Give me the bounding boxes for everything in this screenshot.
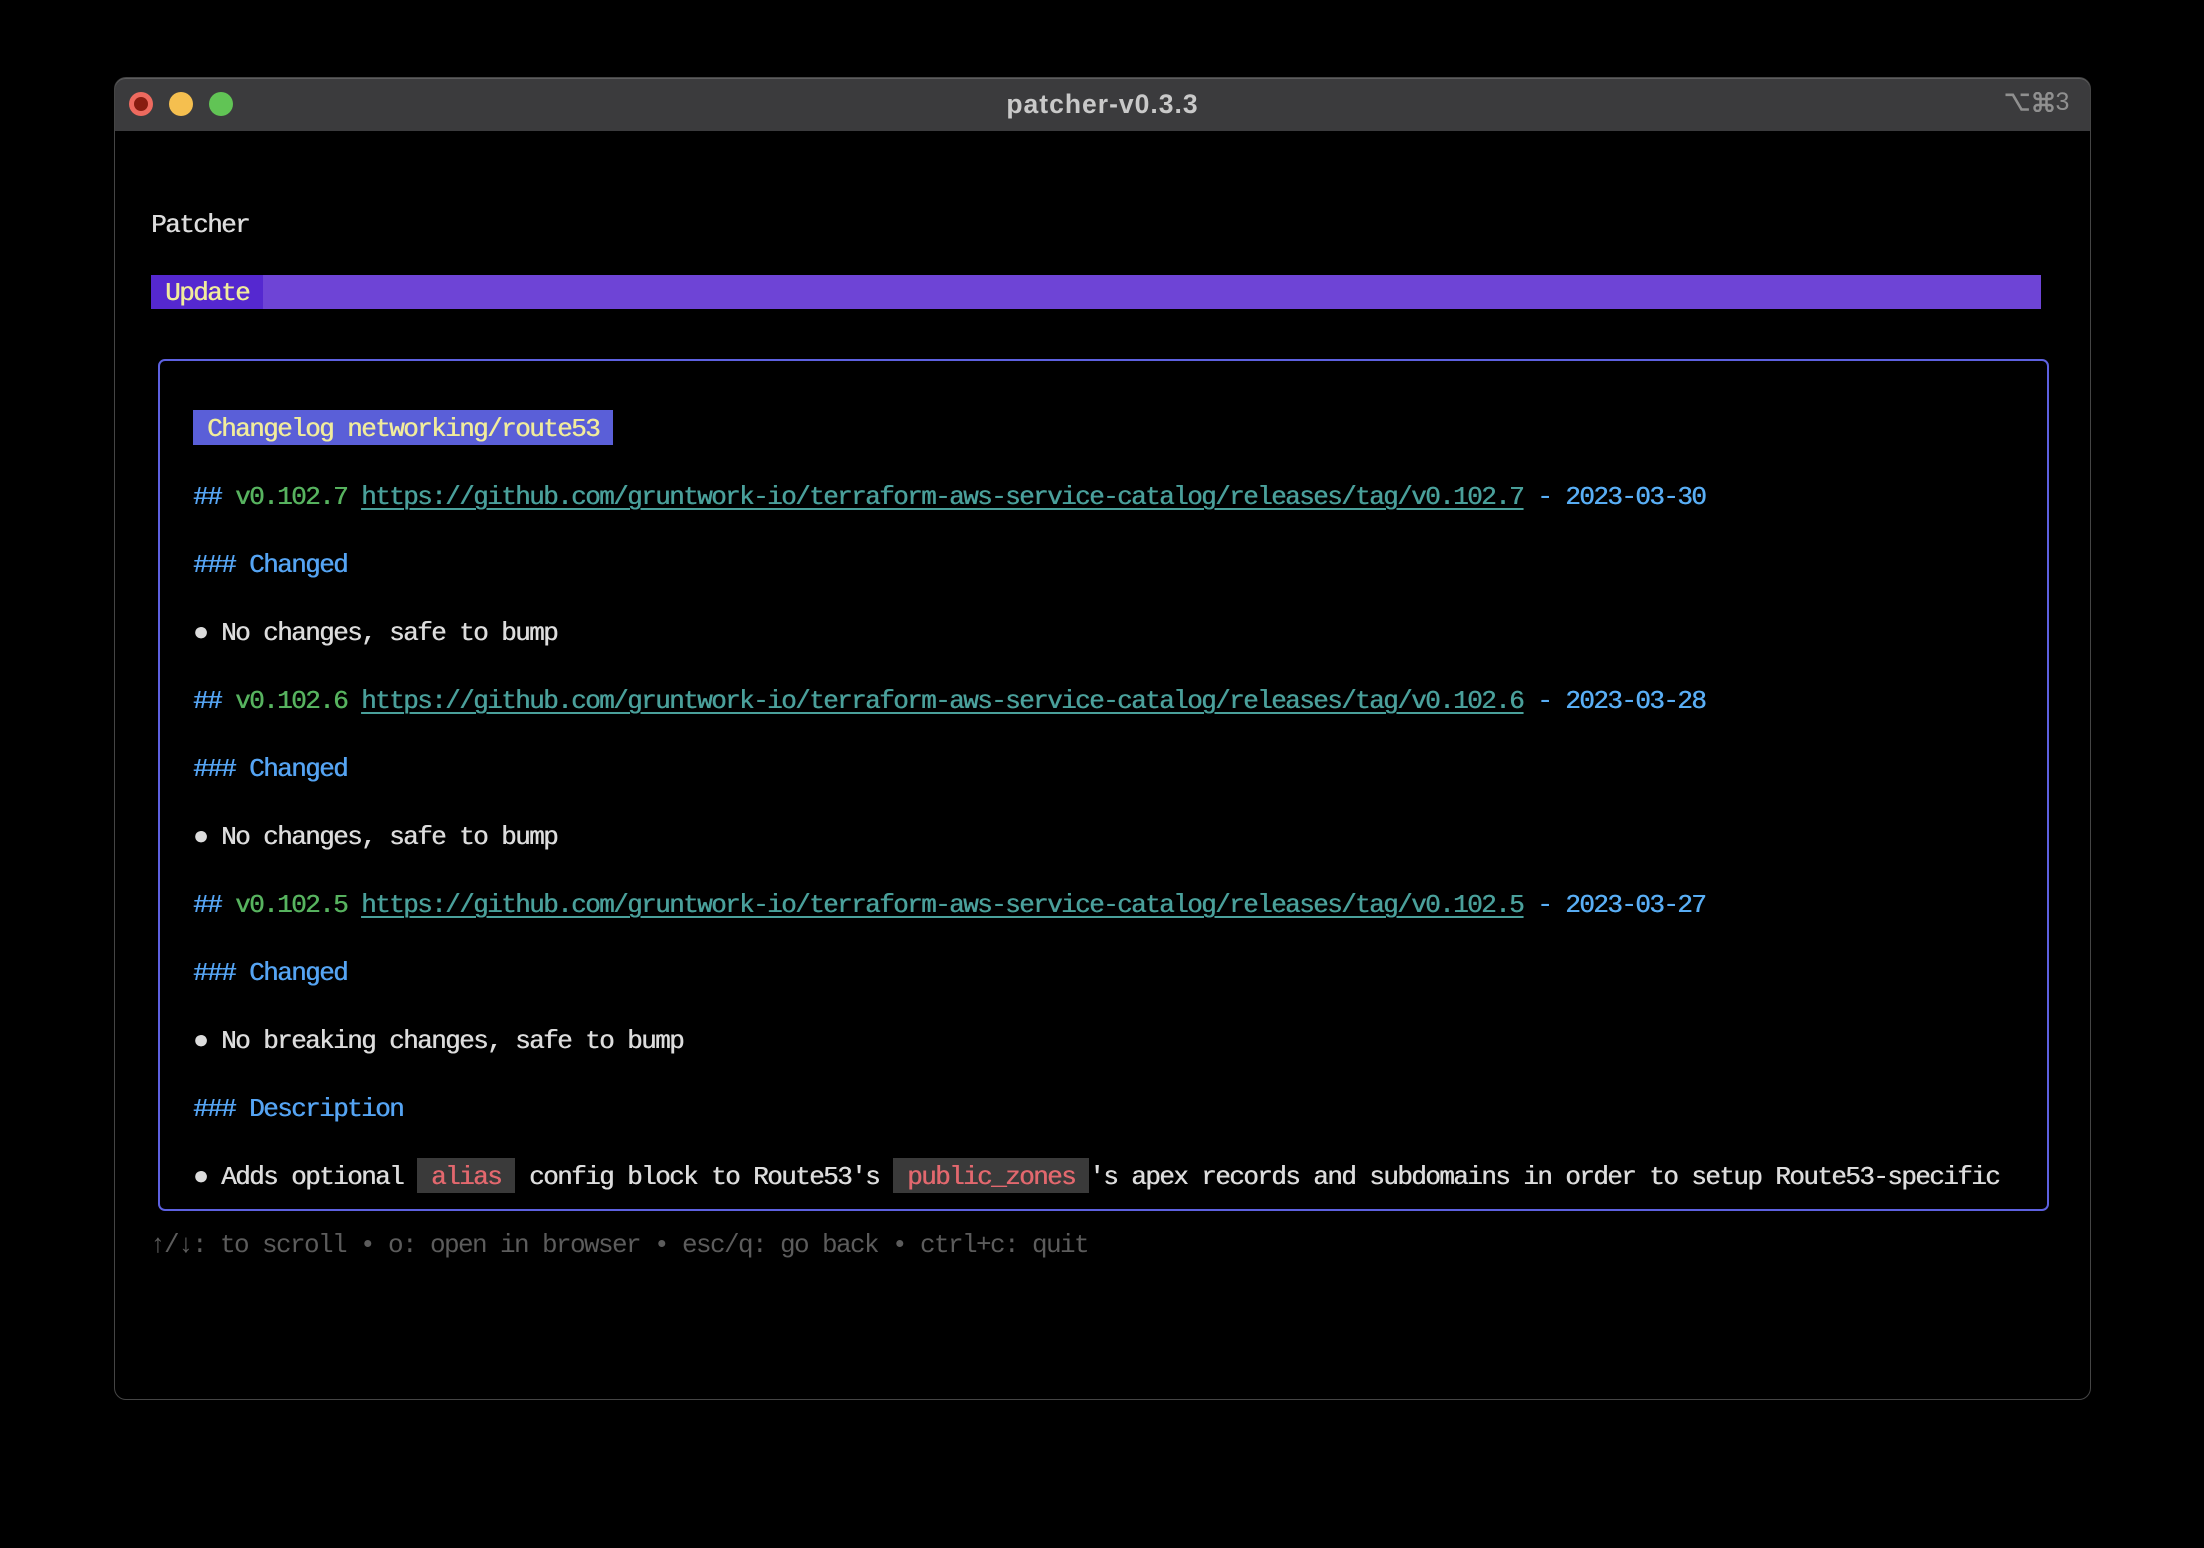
svg-text:3: 3 [2056, 92, 2070, 112]
